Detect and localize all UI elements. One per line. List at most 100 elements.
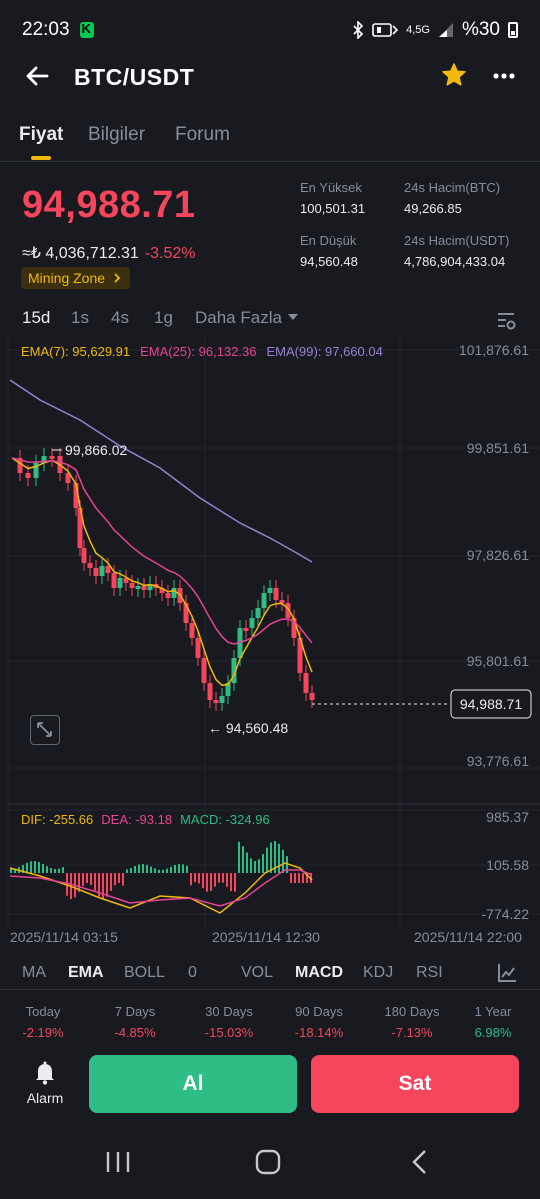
kline-chart[interactable]: 101,876.61 99,851.61 97,826.61 95,801.61 93,… <box>0 338 540 950</box>
candle <box>279 600 285 603</box>
perf-label: 1 Year <box>474 1004 512 1019</box>
perf-90days: 90 Days -18.14% <box>274 1004 364 1040</box>
action-bar: Alarm Al Sat <box>0 1055 540 1115</box>
macd-bar <box>26 862 28 873</box>
macd-bar <box>298 873 300 883</box>
candle <box>189 623 195 638</box>
chart-type-icon[interactable] <box>497 963 517 983</box>
alarm-label: Alarm <box>26 1090 64 1106</box>
candle <box>273 588 279 600</box>
macd-bar <box>102 873 104 899</box>
high-marker-label: 99,866.02 <box>65 442 127 458</box>
home-icon[interactable] <box>255 1149 281 1175</box>
candle <box>129 583 135 588</box>
candle <box>255 608 261 618</box>
indicator-zero[interactable]: 0 <box>188 964 197 982</box>
time-axis-label: 2025/11/14 22:00 <box>414 929 522 945</box>
price-axis-label: 101,876.61 <box>459 342 529 358</box>
battery-percent: %30 <box>461 19 500 40</box>
candle <box>87 563 93 568</box>
indicator-ema[interactable]: EMA <box>68 964 104 982</box>
page-tabs: Fiyat Bilgiler Forum <box>0 120 540 162</box>
candle <box>117 578 123 588</box>
expand-arrows-icon <box>37 722 52 737</box>
candle <box>243 628 249 631</box>
low-marker-label: ← 94,560.48 <box>208 720 288 736</box>
tab-forum[interactable]: Forum <box>175 124 230 146</box>
candle <box>267 588 273 593</box>
macd-bar <box>230 873 232 892</box>
interval-1s[interactable]: 1s <box>71 308 89 328</box>
indicator-ma[interactable]: MA <box>22 964 46 982</box>
back-nav-icon[interactable] <box>410 1149 428 1175</box>
settings-icon[interactable] <box>497 311 517 331</box>
interval-1g[interactable]: 1g <box>154 308 173 328</box>
last-price: 94,988.71 <box>22 184 196 226</box>
indicator-boll[interactable]: BOLL <box>124 964 165 982</box>
expand-icon[interactable] <box>30 715 60 745</box>
indicator-kdj[interactable]: KDJ <box>363 964 393 982</box>
ema7-value: EMA(7): 95,629.91 <box>21 344 131 359</box>
macd-bar <box>194 873 196 883</box>
macd-bar <box>186 865 188 873</box>
interval-4s[interactable]: 4s <box>111 308 129 328</box>
macd-bar <box>262 854 264 873</box>
indicator-macd[interactable]: MACD <box>295 964 343 982</box>
bluetooth-icon <box>353 21 364 39</box>
candle <box>207 683 213 700</box>
macd-value: MACD: -324.96 <box>180 812 270 827</box>
tab-bilgiler[interactable]: Bilgiler <box>88 124 145 146</box>
macd-bar <box>10 868 12 873</box>
vol-usdt-value: 4,786,904,433.04 <box>404 254 506 269</box>
macd-bar <box>130 867 132 873</box>
perf-180days: 180 Days -7.13% <box>367 1004 457 1040</box>
alarm-button[interactable]: Alarm <box>20 1061 70 1106</box>
dea-line <box>9 869 313 907</box>
buy-button[interactable]: Al <box>89 1055 297 1113</box>
candle <box>81 548 87 563</box>
candle <box>249 618 255 628</box>
candle <box>111 573 117 588</box>
macd-bar <box>278 843 280 873</box>
macd-bar <box>270 842 272 873</box>
price-axis-label: 93,776.61 <box>467 753 529 769</box>
macd-bar <box>258 859 260 873</box>
pair-title: BTC/USDT <box>74 64 195 90</box>
price-axis-label: 99,851.61 <box>467 440 529 456</box>
macd-bar <box>214 873 216 887</box>
perf-value: -18.14% <box>294 1025 344 1040</box>
indicator-vol[interactable]: VOL <box>241 964 273 982</box>
low-label: En Düşük <box>300 233 357 248</box>
indicator-rsi[interactable]: RSI <box>416 964 443 982</box>
candle <box>261 593 267 608</box>
ema7-line <box>11 457 313 687</box>
tab-fiyat[interactable]: Fiyat <box>19 124 63 146</box>
interval-more[interactable]: Daha Fazla <box>195 308 298 328</box>
candle <box>171 588 177 598</box>
macd-bar <box>282 849 284 873</box>
candle <box>303 673 309 693</box>
back-arrow-icon[interactable] <box>24 63 50 89</box>
top-bar: BTC/USDT <box>0 55 540 101</box>
star-icon[interactable] <box>441 62 467 88</box>
candle <box>25 473 31 478</box>
mining-zone-badge[interactable]: Mining Zone <box>21 267 130 289</box>
macd-bar <box>302 873 304 883</box>
interval-15d[interactable]: 15d <box>22 308 50 328</box>
macd-bar <box>206 873 208 892</box>
macd-axis-label: 105.58 <box>486 857 529 873</box>
recents-icon[interactable] <box>105 1150 131 1174</box>
macd-bar <box>46 866 48 873</box>
macd-bar <box>158 869 160 873</box>
macd-bar <box>122 873 124 886</box>
status-bar: 22:03 4,5G %30 <box>0 0 540 60</box>
sell-button[interactable]: Sat <box>311 1055 519 1113</box>
macd-bar <box>166 868 168 873</box>
macd-legend: DIF: -255.66 DEA: -93.18 MACD: -324.96 <box>21 812 278 827</box>
macd-bar <box>42 863 44 873</box>
macd-bar <box>114 873 116 886</box>
more-icon[interactable] <box>492 72 516 80</box>
app-notification-icon <box>79 21 94 38</box>
macd-bar <box>162 869 164 873</box>
chart-canvas[interactable]: 101,876.61 99,851.61 97,826.61 95,801.61 93,… <box>0 338 540 950</box>
